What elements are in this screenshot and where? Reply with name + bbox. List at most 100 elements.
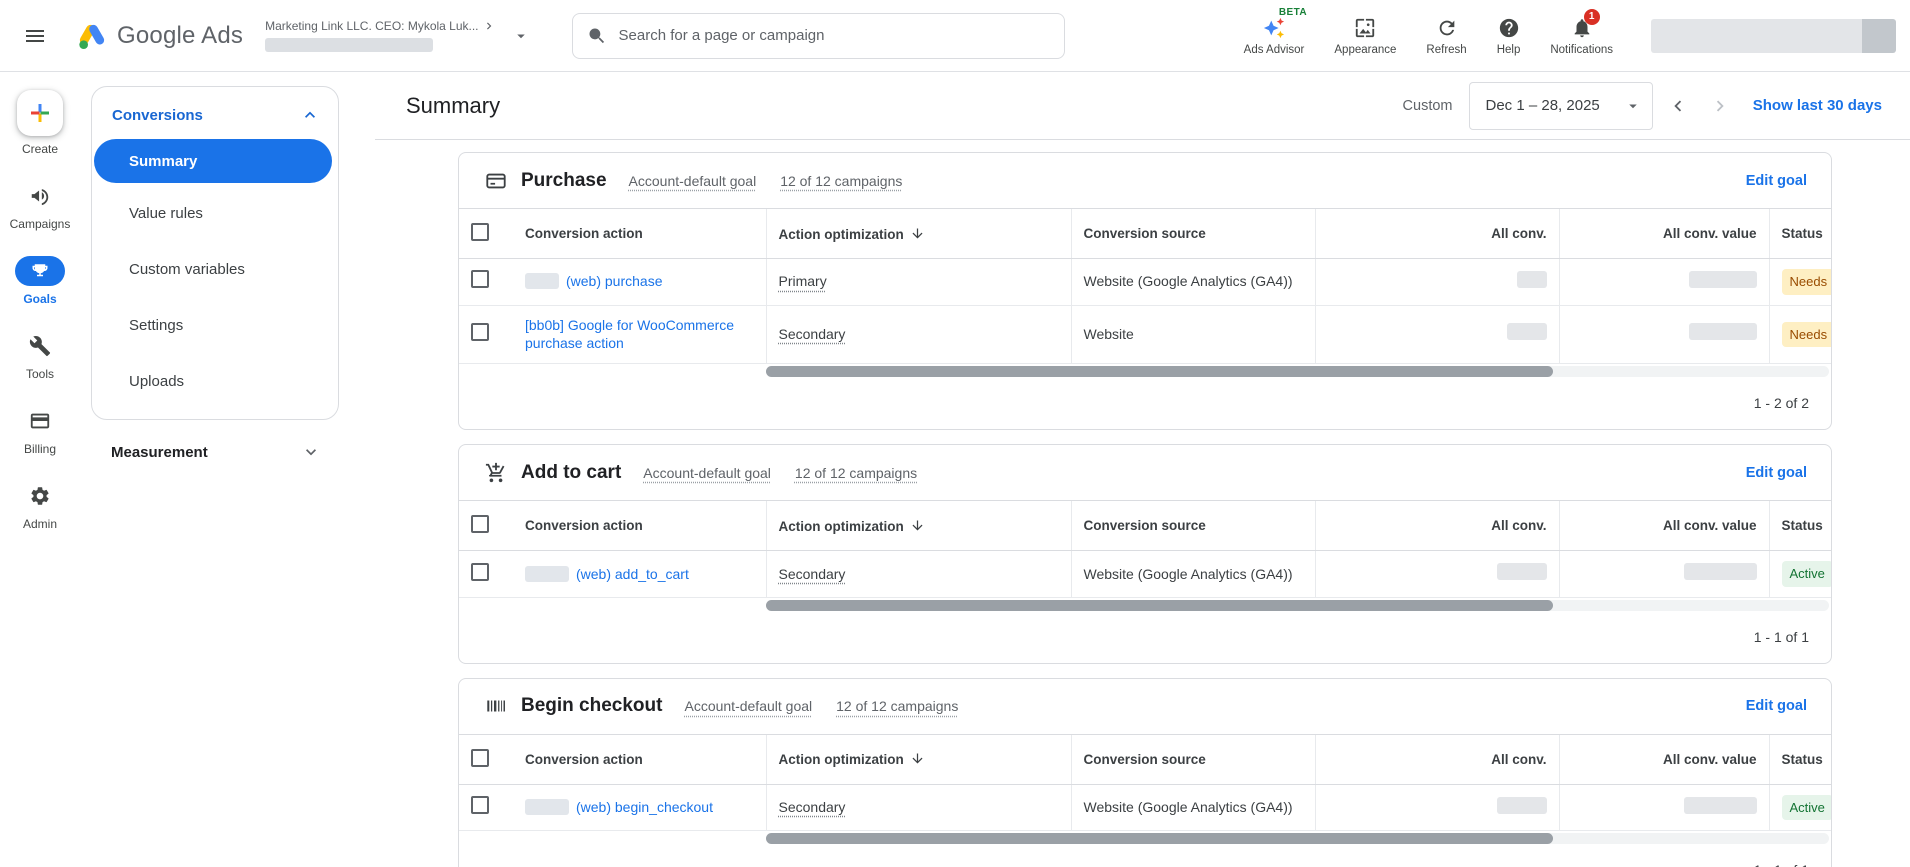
search-icon [589, 28, 604, 43]
rail-item-tools[interactable]: Tools [15, 331, 65, 381]
col-conversion-source[interactable]: Conversion source [1070, 733, 1315, 785]
col-all-conv-value[interactable]: All conv. value [1558, 500, 1769, 552]
optimization-value[interactable]: Secondary [779, 326, 846, 342]
show-last-30-days-link[interactable]: Show last 30 days [1753, 97, 1882, 114]
nav-item-settings[interactable]: Settings [92, 297, 338, 353]
product-name: Google Ads [117, 21, 244, 49]
campaigns-count-link[interactable]: 12 of 12 campaigns [780, 173, 902, 189]
col-all-conv[interactable]: All conv. [1314, 500, 1559, 552]
account-caret-icon[interactable] [512, 27, 530, 45]
goals-trophy-icon [32, 264, 48, 277]
create-button[interactable]: Create [17, 90, 63, 156]
conversion-action-link[interactable]: (web) purchase [566, 273, 663, 289]
menu-icon[interactable] [0, 24, 70, 48]
conversion-actions-table: Conversion action Action optimization Co… [459, 733, 1831, 832]
select-all-checkbox[interactable] [471, 223, 489, 241]
col-conversion-action[interactable]: Conversion action [513, 733, 766, 785]
horizontal-scrollbar [459, 833, 1831, 845]
search-input[interactable] [618, 27, 1050, 44]
chevron-up-icon [305, 111, 315, 118]
conversion-actions-table: Conversion action Action optimization Co… [459, 500, 1831, 598]
col-status[interactable]: Status [1768, 500, 1831, 552]
conversion-action-link[interactable]: [bb0b] Google for WooCommerce purchase a… [525, 317, 734, 352]
google-ads-logo[interactable]: Google Ads [76, 20, 243, 52]
col-conversion-source[interactable]: Conversion source [1070, 500, 1315, 552]
all-conv-redacted [1496, 563, 1547, 581]
select-all-checkbox[interactable] [471, 748, 489, 767]
account-id-redacted [265, 38, 434, 52]
edit-goal-link[interactable]: Edit goal [1746, 465, 1807, 481]
appearance-icon [1356, 18, 1375, 37]
nav-item-summary[interactable]: Summary [94, 139, 332, 183]
col-action-optimization[interactable]: Action optimization [765, 733, 1071, 785]
sparkle-icon [1263, 17, 1285, 38]
next-period-button[interactable] [1703, 89, 1737, 123]
previous-period-button[interactable] [1661, 89, 1695, 123]
campaigns-count-link[interactable]: 12 of 12 campaigns [795, 465, 917, 481]
page-header: Summary Custom Dec 1 – 28, 2025 Show las… [375, 72, 1910, 140]
nav-item-custom-variables[interactable]: Custom variables [92, 241, 338, 297]
profile-info-redacted [1651, 18, 1862, 53]
row-checkbox[interactable] [471, 322, 489, 341]
scrollbar-thumb[interactable] [766, 599, 1553, 611]
date-range-picker[interactable]: Dec 1 – 28, 2025 [1468, 81, 1653, 130]
edit-goal-link[interactable]: Edit goal [1746, 173, 1807, 189]
purchase-icon [486, 173, 506, 188]
col-conversion-action[interactable]: Conversion action [513, 500, 766, 552]
edit-goal-link[interactable]: Edit goal [1746, 698, 1807, 714]
optimization-value[interactable]: Primary [779, 273, 827, 289]
col-conversion-source[interactable]: Conversion source [1070, 208, 1315, 259]
appearance-button[interactable]: Appearance [1324, 12, 1406, 60]
page-title: Summary [406, 92, 501, 118]
search-box[interactable] [571, 12, 1065, 59]
campaigns-count-link[interactable]: 12 of 12 campaigns [836, 698, 958, 714]
col-action-optimization[interactable]: Action optimization [765, 500, 1071, 552]
notifications-button[interactable]: 1 Notifications [1540, 8, 1623, 60]
account-default-goal-link[interactable]: Account-default goal [643, 465, 771, 481]
rail-item-admin[interactable]: Admin [15, 481, 65, 531]
table-row: (web) purchase Primary Website (Google A… [459, 258, 1831, 306]
action-name-redacted [525, 273, 559, 290]
goal-title: Purchase [521, 169, 607, 191]
scrollbar-thumb[interactable] [766, 366, 1553, 378]
ads-advisor-button[interactable]: BETA Ads Advisor [1234, 7, 1315, 60]
row-checkbox[interactable] [471, 796, 489, 815]
google-ads-logo-icon [79, 24, 105, 49]
action-name-redacted [525, 565, 569, 582]
account-default-goal-link[interactable]: Account-default goal [629, 173, 757, 189]
rail-item-campaigns[interactable]: Campaigns [10, 181, 70, 231]
conversions-section: Conversions Summary Value rules Custom v… [91, 86, 339, 420]
col-status[interactable]: Status [1768, 733, 1831, 785]
account-switcher[interactable]: Marketing Link LLC. CEO: Mykola Luk... [265, 19, 495, 52]
help-button[interactable]: Help [1487, 12, 1531, 60]
all-conv-redacted [1516, 270, 1547, 288]
scrollbar-thumb[interactable] [766, 833, 1553, 845]
nav-item-uploads[interactable]: Uploads [92, 353, 338, 409]
conversion-action-link[interactable]: (web) add_to_cart [576, 566, 689, 582]
measurement-section-header[interactable]: Measurement [91, 428, 339, 476]
optimization-value[interactable]: Secondary [779, 566, 846, 582]
optimization-value[interactable]: Secondary [779, 799, 846, 815]
beta-badge: BETA [1278, 6, 1308, 18]
nav-item-value-rules[interactable]: Value rules [92, 185, 338, 241]
row-checkbox[interactable] [471, 270, 489, 289]
rail-item-goals[interactable]: Goals [15, 256, 65, 306]
col-action-optimization[interactable]: Action optimization [765, 208, 1071, 259]
col-all-conv[interactable]: All conv. [1314, 733, 1559, 785]
status-badge: Needs at [1781, 269, 1831, 295]
row-checkbox[interactable] [471, 562, 489, 581]
col-all-conv-value[interactable]: All conv. value [1558, 733, 1769, 785]
profile-area[interactable] [1651, 18, 1896, 53]
col-all-conv[interactable]: All conv. [1314, 208, 1559, 259]
status-badge: Needs at [1781, 321, 1831, 348]
conversion-action-link[interactable]: (web) begin_checkout [576, 799, 713, 815]
notification-count-badge: 1 [1583, 8, 1600, 25]
rail-item-billing[interactable]: Billing [15, 406, 65, 456]
col-all-conv-value[interactable]: All conv. value [1558, 208, 1769, 259]
col-conversion-action[interactable]: Conversion action [513, 208, 766, 259]
conversions-section-header[interactable]: Conversions [92, 93, 338, 137]
refresh-button[interactable]: Refresh [1416, 12, 1476, 60]
account-default-goal-link[interactable]: Account-default goal [684, 698, 812, 714]
col-status[interactable]: Status [1768, 208, 1831, 259]
select-all-checkbox[interactable] [471, 515, 489, 534]
